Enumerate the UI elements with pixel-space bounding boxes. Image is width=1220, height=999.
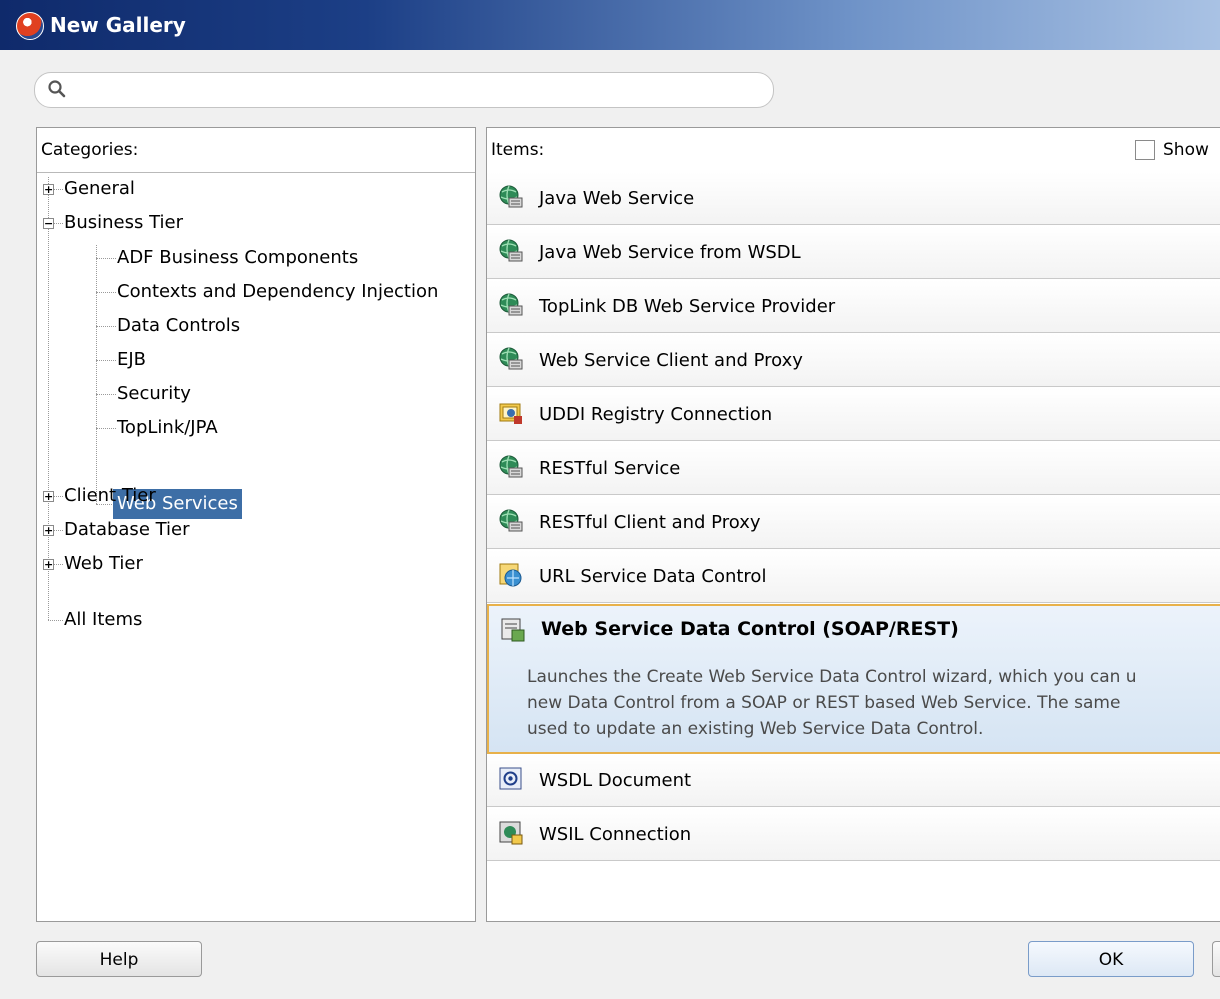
expand-client-tier-icon[interactable]: + bbox=[43, 491, 54, 502]
item-web-service-data-control[interactable]: Web Service Data Control (SOAP/REST) Lau… bbox=[487, 604, 1220, 754]
tree-item-client-tier[interactable]: Client Tier bbox=[64, 481, 156, 511]
item-wsil-connection[interactable]: WSIL Connection bbox=[487, 808, 1220, 861]
help-button[interactable]: Help bbox=[36, 941, 202, 977]
tree-item-toplink-jpa[interactable]: TopLink/JPA bbox=[117, 413, 218, 443]
item-restful-service[interactable]: RESTful Service bbox=[487, 442, 1220, 495]
show-all-label: Show bbox=[1163, 140, 1209, 160]
categories-panel: Categories: + General − Business Tier AD… bbox=[36, 127, 476, 922]
tree-item-contexts-dependency-injection[interactable]: Contexts and Dependency Injection bbox=[117, 277, 438, 307]
ok-button[interactable]: OK bbox=[1028, 941, 1194, 977]
item-java-web-service[interactable]: Java Web Service bbox=[487, 172, 1220, 225]
expand-database-tier-icon[interactable]: + bbox=[43, 525, 54, 536]
items-header: Items: Show bbox=[487, 128, 1220, 173]
globe-service-icon bbox=[499, 347, 523, 370]
globe-service-icon bbox=[499, 293, 523, 316]
search-input[interactable] bbox=[34, 72, 774, 108]
globe-service-icon bbox=[499, 185, 523, 208]
tree-item-adf-business-components[interactable]: ADF Business Components bbox=[117, 243, 358, 273]
tree-item-data-controls[interactable]: Data Controls bbox=[117, 311, 240, 341]
item-description: Launches the Create Web Service Data Con… bbox=[527, 667, 1137, 739]
globe-service-icon bbox=[499, 455, 523, 478]
item-wsdl-document[interactable]: WSDL Document bbox=[487, 754, 1220, 807]
item-restful-client-and-proxy[interactable]: RESTful Client and Proxy bbox=[487, 496, 1220, 549]
tree-item-all-items[interactable]: All Items bbox=[64, 605, 142, 635]
item-url-service-data-control[interactable]: URL Service Data Control bbox=[487, 550, 1220, 603]
item-web-service-client-and-proxy[interactable]: Web Service Client and Proxy bbox=[487, 334, 1220, 387]
globe-service-icon bbox=[499, 239, 523, 262]
title-bar: New Gallery bbox=[0, 0, 1220, 50]
ws-data-control-icon bbox=[501, 618, 525, 642]
expand-general-icon[interactable]: + bbox=[43, 184, 54, 195]
url-data-control-icon bbox=[499, 563, 522, 587]
collapse-business-tier-icon[interactable]: − bbox=[43, 218, 54, 229]
expand-web-tier-icon[interactable]: + bbox=[43, 559, 54, 570]
item-toplink-db-web-service-provider[interactable]: TopLink DB Web Service Provider bbox=[487, 280, 1220, 333]
tree-item-web-tier[interactable]: Web Tier bbox=[64, 549, 143, 579]
tree-item-database-tier[interactable]: Database Tier bbox=[64, 515, 190, 545]
globe-service-icon bbox=[499, 509, 523, 532]
jdeveloper-logo-icon bbox=[16, 12, 44, 40]
tree-item-security[interactable]: Security bbox=[117, 379, 191, 409]
wsdl-document-icon bbox=[499, 767, 522, 790]
tree-item-ejb[interactable]: EJB bbox=[117, 345, 146, 375]
items-panel: Items: Show Java Web Service Java Web Se… bbox=[486, 127, 1220, 922]
item-uddi-registry-connection[interactable]: UDDI Registry Connection bbox=[487, 388, 1220, 441]
search-icon bbox=[48, 80, 66, 98]
cancel-button[interactable] bbox=[1212, 941, 1220, 977]
uddi-registry-icon bbox=[499, 403, 522, 424]
show-all-checkbox[interactable] bbox=[1135, 140, 1155, 160]
tree-item-business-tier[interactable]: Business Tier bbox=[64, 208, 183, 238]
wsil-connection-icon bbox=[499, 821, 523, 845]
tree-item-general[interactable]: General bbox=[64, 174, 135, 204]
categories-header: Categories: bbox=[37, 128, 475, 173]
item-java-web-service-from-wsdl[interactable]: Java Web Service from WSDL bbox=[487, 226, 1220, 279]
window-title: New Gallery bbox=[50, 13, 186, 37]
